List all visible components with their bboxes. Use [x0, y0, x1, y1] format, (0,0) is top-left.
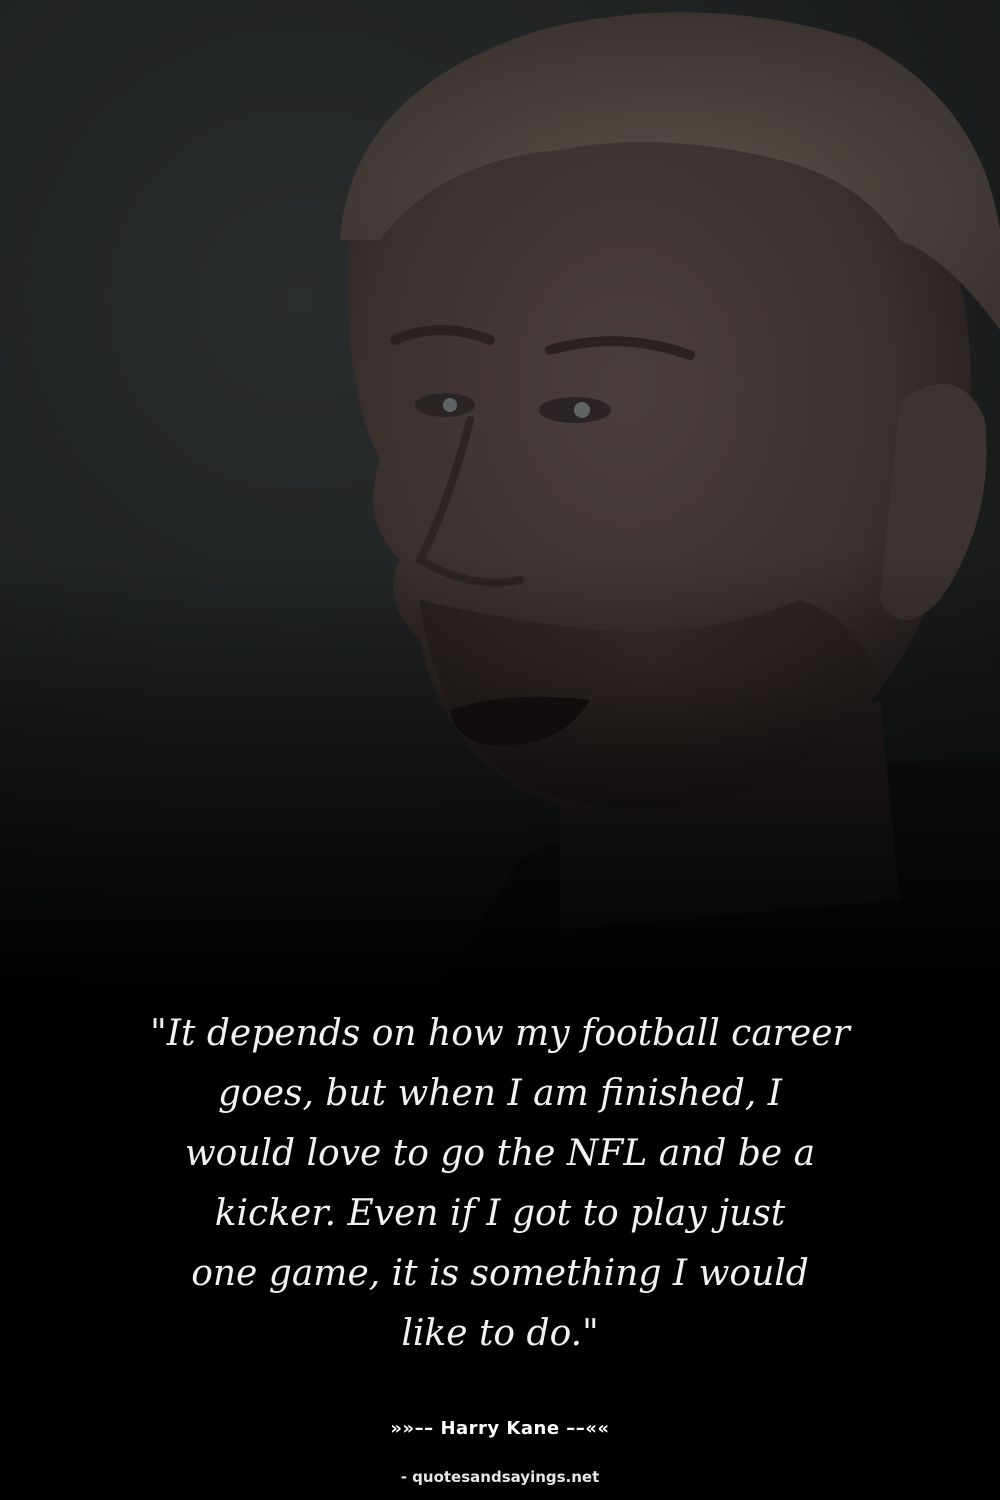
- quote-line: "It depends on how my football career: [150, 1013, 850, 1054]
- photo-fade-overlay: [0, 0, 1000, 1000]
- quote-line: would love to go the NFL and be a: [184, 1133, 816, 1174]
- quote-text: "It depends on how my football career go…: [100, 1004, 900, 1364]
- quote-author: »»–– Harry Kane ––««: [390, 1418, 610, 1439]
- quote-line: goes, but when I am finished, I: [218, 1073, 782, 1114]
- source-site: - quotesandsayings.net: [400, 1468, 600, 1486]
- quote-card: "It depends on how my football career go…: [0, 0, 1000, 1500]
- quote-line: kicker. Even if I got to play just: [214, 1193, 786, 1234]
- quote-line: one game, it is something I would: [191, 1253, 809, 1294]
- quote-line: like to do.": [401, 1313, 599, 1354]
